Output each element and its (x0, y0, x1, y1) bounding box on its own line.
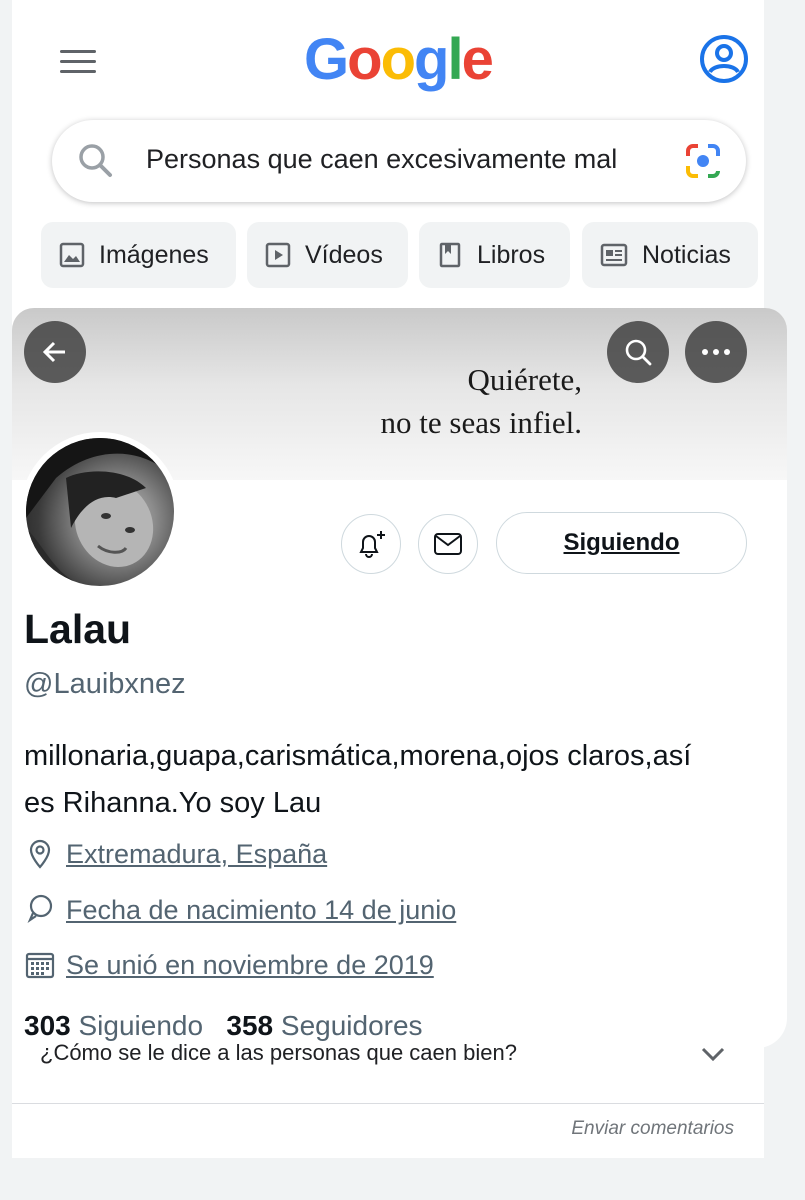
balloon-icon (27, 894, 53, 923)
more-options-button[interactable] (685, 321, 747, 383)
bell-plus-icon (359, 531, 385, 558)
chip-images[interactable]: Imágenes (41, 222, 236, 288)
related-question[interactable]: ¿Cómo se le dice a las personas que caen… (40, 1040, 517, 1066)
logo-letter: G (304, 27, 349, 92)
back-button[interactable] (24, 321, 86, 383)
following-count: 303 (24, 1010, 71, 1041)
chip-videos[interactable]: Vídeos (247, 222, 408, 288)
send-feedback-link[interactable]: Enviar comentarios (571, 1118, 734, 1140)
search-icon[interactable] (76, 141, 116, 181)
search-bar[interactable]: Personas que caen excesivamente mal (52, 120, 746, 202)
image-icon (59, 242, 85, 268)
logo-letter: g (414, 27, 449, 92)
search-icon (625, 339, 652, 366)
avatar[interactable] (20, 432, 180, 592)
banner-line: Quiérete, (467, 362, 582, 397)
divider (12, 1103, 764, 1104)
banner-text: Quiérete, no te seas infiel. (342, 358, 582, 444)
followers-label: Seguidores (280, 1010, 423, 1041)
more-horizontal-icon (702, 349, 730, 355)
profile-birthday: Fecha de nacimiento 14 de junio (24, 894, 456, 926)
chip-label: Libros (477, 240, 546, 269)
followers-stat[interactable]: 358 Seguidores (226, 1010, 422, 1041)
profile-search-button[interactable] (607, 321, 669, 383)
profile-handle: @Lauibxnez (24, 668, 186, 700)
location-link[interactable]: Extremadura, España (66, 839, 327, 870)
banner-line: no te seas infiel. (380, 405, 582, 440)
logo-letter: l (447, 27, 463, 92)
menu-icon[interactable] (60, 50, 96, 74)
google-logo[interactable]: Google (304, 26, 494, 93)
logo-letter: o (347, 27, 382, 92)
following-button[interactable]: Siguiendo (496, 512, 747, 574)
birthday-text: Fecha de nacimiento 14 de junio (66, 894, 457, 925)
chip-books[interactable]: Libros (419, 222, 570, 288)
following-stat[interactable]: 303 Siguiendo (24, 1010, 203, 1041)
twitter-profile-card: Quiérete, no te seas infiel. Siguiendo L… (12, 308, 787, 1048)
calendar-icon (25, 952, 55, 979)
google-lens-icon[interactable] (684, 142, 722, 180)
play-icon (265, 242, 291, 268)
chevron-down-icon[interactable] (700, 1046, 726, 1062)
avatar-photo (26, 438, 174, 586)
avatar-image (26, 438, 174, 586)
book-icon (439, 242, 461, 268)
profile-location: Extremadura, España (24, 838, 327, 870)
logo-letter: e (461, 27, 494, 92)
message-button[interactable] (418, 514, 478, 574)
location-pin-icon (29, 839, 51, 869)
bottom-strip (12, 1158, 764, 1200)
chip-label: Vídeos (305, 240, 383, 269)
account-icon[interactable] (699, 34, 749, 84)
search-query[interactable]: Personas que caen excesivamente mal (146, 144, 617, 175)
arrow-left-icon (42, 341, 65, 363)
profile-name: Lalau (24, 606, 132, 652)
logo-letter: o (380, 27, 416, 92)
followers-count: 358 (226, 1010, 274, 1041)
profile-joined: Se unió en noviembre de 2019 (24, 949, 434, 981)
chip-label: Imágenes (99, 240, 209, 269)
profile-bio: millonaria,guapa,carismática,morena,ojos… (24, 740, 692, 819)
following-label: Siguiendo (78, 1010, 204, 1041)
chip-news[interactable]: Noticias (582, 222, 758, 288)
notifications-button[interactable] (341, 514, 401, 574)
follow-stats: 303 Siguiendo 358 Seguidores (24, 1010, 423, 1042)
news-icon (600, 243, 628, 267)
mail-icon (434, 533, 462, 555)
chip-label: Noticias (642, 240, 731, 269)
joined-text: Se unió en noviembre de 2019 (66, 949, 434, 980)
